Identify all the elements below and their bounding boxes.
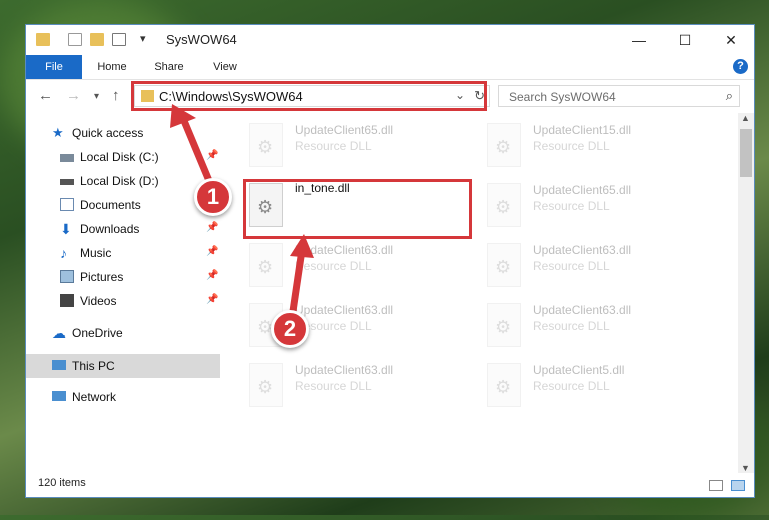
minimize-icon: — xyxy=(632,32,646,48)
maximize-icon: ☐ xyxy=(678,31,692,48)
address-highlight-box xyxy=(131,81,487,111)
network-icon xyxy=(52,391,66,401)
qat-dropdown-icon[interactable]: ▾ xyxy=(140,32,146,45)
view-options-icon[interactable] xyxy=(112,33,126,46)
dll-file-icon: ⚙ xyxy=(487,183,521,227)
up-arrow-icon[interactable]: ↑ xyxy=(112,87,120,104)
gear-icon: ⚙ xyxy=(495,317,512,337)
help-icon[interactable]: ? xyxy=(733,59,748,74)
gear-icon: ⚙ xyxy=(495,377,512,397)
file-item[interactable]: ⚙ UpdateClient63.dll Resource DLL xyxy=(243,357,473,413)
drive-icon xyxy=(60,154,74,162)
step-badge-1: 1 xyxy=(194,178,232,216)
computer-icon xyxy=(52,360,66,370)
gear-icon: ⚙ xyxy=(257,377,274,397)
picture-icon xyxy=(60,270,74,283)
large-icons-view-icon[interactable] xyxy=(731,480,745,491)
gear-icon: ⚙ xyxy=(257,257,274,277)
cloud-icon: ☁ xyxy=(52,325,66,341)
new-folder-icon[interactable] xyxy=(90,33,104,46)
drive-icon xyxy=(60,179,74,185)
download-icon: ⬇ xyxy=(60,221,72,237)
window-title: SysWOW64 xyxy=(166,32,237,47)
minimize-button[interactable]: — xyxy=(616,25,662,55)
folder-icon xyxy=(36,33,50,46)
navigation-pane: ★ Quick access Local Disk (C:) 📌 Local D… xyxy=(26,115,220,465)
title-bar: ▾ SysWOW64 — ☐ ✕ xyxy=(26,25,754,55)
file-list: ⚙ UpdateClient65.dll Resource DLL ⚙ Updat… xyxy=(221,113,738,475)
dll-file-icon: ⚙ xyxy=(249,123,283,167)
file-item[interactable]: ⚙ UpdateClient65.dll Resource DLL xyxy=(243,117,473,173)
gear-icon: ⚙ xyxy=(495,137,512,157)
gear-icon: ⚙ xyxy=(495,257,512,277)
maximize-button[interactable]: ☐ xyxy=(662,25,708,55)
file-item[interactable]: ⚙ UpdateClient63.dll Resource DLL xyxy=(243,237,473,293)
file-item[interactable]: ⚙ UpdateClient15.dll Resource DLL xyxy=(481,117,711,173)
gear-icon: ⚙ xyxy=(257,137,274,157)
scrollbar-thumb[interactable] xyxy=(740,129,752,177)
file-item[interactable]: ⚙ UpdateClient65.dll Resource DLL xyxy=(481,177,711,233)
file-item[interactable]: ⚙ UpdateClient63.dll Resource DLL xyxy=(481,237,711,293)
vertical-scrollbar[interactable]: ▲ ▼ xyxy=(738,113,754,473)
dll-file-icon: ⚙ xyxy=(249,243,283,287)
dll-file-icon: ⚙ xyxy=(487,363,521,407)
details-view-icon[interactable] xyxy=(709,480,723,491)
pin-icon[interactable]: 📌 xyxy=(206,222,218,233)
document-icon xyxy=(60,198,74,211)
dll-file-icon: ⚙ xyxy=(487,243,521,287)
step-badge-2: 2 xyxy=(271,310,309,348)
tab-view[interactable]: View xyxy=(202,55,248,79)
tab-home[interactable]: Home xyxy=(88,55,136,79)
file-highlight-box xyxy=(243,179,472,239)
music-icon: ♪ xyxy=(60,245,67,261)
pin-icon[interactable]: 📌 xyxy=(206,246,218,257)
back-arrow-icon[interactable]: ← xyxy=(38,87,53,104)
search-icon[interactable]: ⌕ xyxy=(726,88,733,104)
pin-icon[interactable]: 📌 xyxy=(206,150,218,161)
pin-icon[interactable]: 📌 xyxy=(206,270,218,281)
dll-file-icon: ⚙ xyxy=(249,363,283,407)
star-icon: ★ xyxy=(52,125,64,140)
file-item[interactable]: ⚙ UpdateClient5.dll Resource DLL xyxy=(481,357,711,413)
close-icon: ✕ xyxy=(725,31,737,48)
search-input[interactable] xyxy=(507,89,711,105)
file-item[interactable]: ⚙ UpdateClient63.dll Resource DLL xyxy=(481,297,711,353)
dll-file-icon: ⚙ xyxy=(487,303,521,347)
search-box: ⌕ xyxy=(498,85,740,107)
status-item-count: 120 items xyxy=(38,477,86,489)
tab-share[interactable]: Share xyxy=(146,55,192,79)
dll-file-icon: ⚙ xyxy=(487,123,521,167)
forward-arrow-icon[interactable]: → xyxy=(66,87,81,104)
gear-icon: ⚙ xyxy=(495,197,512,217)
tab-file[interactable]: File xyxy=(26,55,82,79)
scroll-up-icon[interactable]: ▲ xyxy=(741,113,750,123)
close-button[interactable]: ✕ xyxy=(708,25,754,55)
pin-icon[interactable]: 📌 xyxy=(206,294,218,305)
scroll-down-icon[interactable]: ▼ xyxy=(741,463,750,473)
ribbon-tabs: File Home Share View ? xyxy=(26,55,754,80)
recent-locations-icon[interactable]: ▾ xyxy=(94,91,99,102)
properties-icon[interactable] xyxy=(68,33,82,46)
video-icon xyxy=(60,294,74,307)
